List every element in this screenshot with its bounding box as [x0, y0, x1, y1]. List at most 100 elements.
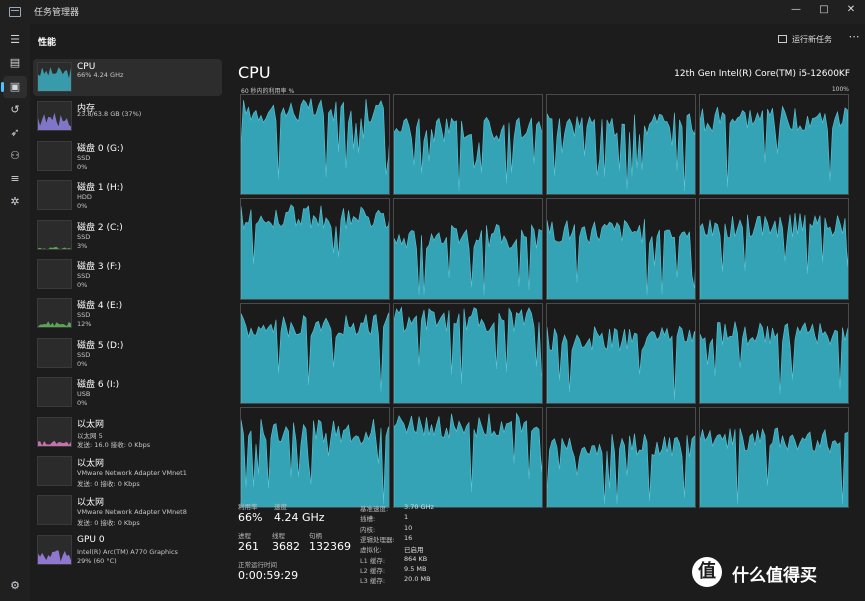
hamburger-menu-icon[interactable]: ☰	[3, 29, 27, 51]
device-usage: 发送: 0 接收: 0 Kbps	[77, 519, 140, 528]
device-detail: VMware Network Adapter VMnet1	[77, 469, 187, 477]
stat-label: 进程	[238, 532, 251, 540]
device-graph-thumbnail	[37, 140, 72, 171]
device-name: 以太网	[77, 419, 105, 430]
device-name: 磁盘 1 (H:)	[77, 183, 124, 194]
device-usage: 3%	[77, 241, 88, 250]
device-usage: 29% (60 °C)	[77, 556, 117, 565]
device-item-disk-6[interactable]: 磁盘 6 (I:) USB 0%	[33, 374, 222, 411]
core-graph-14	[546, 406, 696, 508]
run-new-task-label: 运行新任务	[792, 35, 832, 44]
spec-label: 逻辑处理器:	[360, 535, 395, 544]
stat-value: 4.24 GHz	[274, 511, 325, 524]
device-usage: 发送: 0 接收: 0 Kbps	[77, 480, 140, 488]
details-icon[interactable]: ≡	[3, 168, 27, 190]
device-graph-thumbnail	[37, 62, 72, 92]
device-name: 磁盘 4 (E:)	[77, 301, 123, 312]
device-detail: HDD	[77, 193, 92, 202]
device-usage: 0%	[77, 359, 88, 368]
core-graph-12	[240, 406, 390, 508]
more-options-button[interactable]: ⋯	[844, 30, 864, 43]
device-item-ethernet-vmnet8[interactable]: 以太网 VMware Network Adapter VMnet8 发送: 0 接收…	[33, 492, 222, 529]
device-item-disk-3[interactable]: 磁盘 3 (F:) SSD 0%	[33, 256, 222, 293]
stat-value: 132369	[309, 540, 351, 553]
spec-value: 10	[404, 523, 413, 532]
cpu-heading: CPU	[238, 63, 271, 82]
spec-value: 9.5 MB	[404, 564, 427, 573]
device-detail: SSD	[77, 153, 91, 162]
stat-speed: 速度 4.24 GHz	[274, 501, 325, 524]
core-graph-3	[699, 94, 849, 196]
device-item-ethernet-vmnet1[interactable]: 以太网 VMware Network Adapter VMnet1 发送: 0 接收…	[33, 453, 222, 490]
device-item-cpu[interactable]: CPU 66% 4.24 GHz	[33, 59, 222, 96]
device-detail: SSD	[77, 272, 91, 280]
device-item-ethernet-5[interactable]: 以太网 以太网 5 发送: 16.0 接收: 0 Kbps	[33, 414, 222, 451]
graph-axis-max: 100%	[831, 86, 849, 93]
device-detail: SSD	[77, 350, 91, 359]
spec-value: 20.0 MB	[404, 575, 431, 584]
device-item-disk-0[interactable]: 磁盘 0 (G:) SSD 0%	[33, 138, 222, 175]
core-graph-1	[393, 94, 543, 196]
close-button[interactable]: ✕	[837, 0, 865, 22]
device-graph-thumbnail	[37, 259, 72, 289]
page-title: 性能	[38, 38, 57, 48]
stat-label: 句柄	[309, 532, 322, 540]
core-graph-13	[393, 406, 543, 508]
device-name: 磁盘 2 (C:)	[77, 222, 123, 233]
device-detail: SSD	[77, 311, 91, 320]
device-name: GPU 0	[77, 534, 105, 545]
spec-label: L2 缓存:	[360, 566, 386, 575]
spec-value: 3.70 GHz	[404, 503, 434, 511]
stat-processes: 进程 261	[238, 530, 259, 553]
stat-utilization: 利用率 66%	[238, 501, 262, 524]
stat-value: 261	[238, 540, 259, 553]
page-header: 性能 运行新任务 ⋯	[30, 24, 865, 56]
core-graph-6	[546, 198, 696, 300]
stat-handles: 句柄 132369	[309, 530, 351, 553]
minimize-button[interactable]: —	[782, 0, 810, 22]
performance-icon[interactable]: ▣	[1, 76, 27, 98]
spec-value: 1	[404, 513, 409, 522]
maximize-button[interactable]: □	[810, 0, 838, 22]
device-detail: USB	[77, 390, 91, 399]
nav-rail: ☰ ▤ ▣ ↺ ➶ ⚇ ≡ ✲ ⚙	[0, 24, 30, 601]
device-graph-thumbnail	[37, 416, 72, 447]
device-name: 磁盘 0 (G:)	[77, 143, 124, 154]
device-item-memory[interactable]: 内存 23.8/63.8 GB (37%)	[33, 98, 222, 135]
device-name: 以太网	[77, 459, 105, 469]
core-graph-4	[240, 198, 390, 300]
settings-icon[interactable]: ⚙	[3, 575, 27, 597]
startup-apps-icon[interactable]: ➶	[3, 122, 27, 144]
stat-label: 正常运行时间	[238, 561, 277, 569]
watermark-logo: 值	[692, 557, 722, 587]
stat-label: 速度	[274, 503, 287, 511]
device-graph-thumbnail	[37, 180, 72, 211]
users-icon[interactable]: ⚇	[3, 145, 27, 167]
logical-processor-graphs[interactable]	[240, 94, 849, 508]
stat-uptime: 正常运行时间 0:00:59:29	[238, 559, 298, 582]
device-item-disk-1[interactable]: 磁盘 1 (H:) HDD 0%	[33, 177, 222, 214]
core-graph-7	[699, 198, 849, 300]
device-item-disk-2[interactable]: 磁盘 2 (C:) SSD 3%	[33, 217, 222, 254]
device-item-disk-4[interactable]: 磁盘 4 (E:) SSD 12%	[33, 295, 222, 332]
processes-icon[interactable]: ▤	[3, 52, 27, 74]
device-detail: 66% 4.24 GHz	[77, 71, 124, 79]
spec-label: 内核:	[360, 525, 376, 534]
cpu-panel: CPU 12th Gen Intel(R) Core(TM) i5-12600K…	[223, 56, 865, 601]
device-name: 磁盘 6 (I:)	[77, 380, 120, 391]
stat-threads: 线程 3682	[272, 530, 300, 553]
spec-label: 虚拟化:	[360, 546, 382, 555]
services-icon[interactable]: ✲	[3, 191, 27, 213]
device-item-gpu-0[interactable]: GPU 0 Intel(R) Arc(TM) A770 Graphics 29% (…	[33, 532, 222, 569]
spec-value: 已启用	[404, 546, 424, 555]
device-graph-thumbnail	[37, 534, 72, 565]
core-graph-0	[240, 94, 390, 196]
run-new-task-button[interactable]: 运行新任务	[778, 34, 832, 45]
device-graph-thumbnail	[37, 219, 72, 250]
device-usage: 0%	[77, 281, 88, 289]
device-usage: 0%	[77, 399, 88, 408]
device-name: 磁盘 3 (F:)	[77, 262, 121, 272]
app-history-icon[interactable]: ↺	[3, 99, 27, 121]
device-item-disk-5[interactable]: 磁盘 5 (D:) SSD 0%	[33, 335, 222, 372]
device-usage: 0%	[77, 202, 88, 211]
